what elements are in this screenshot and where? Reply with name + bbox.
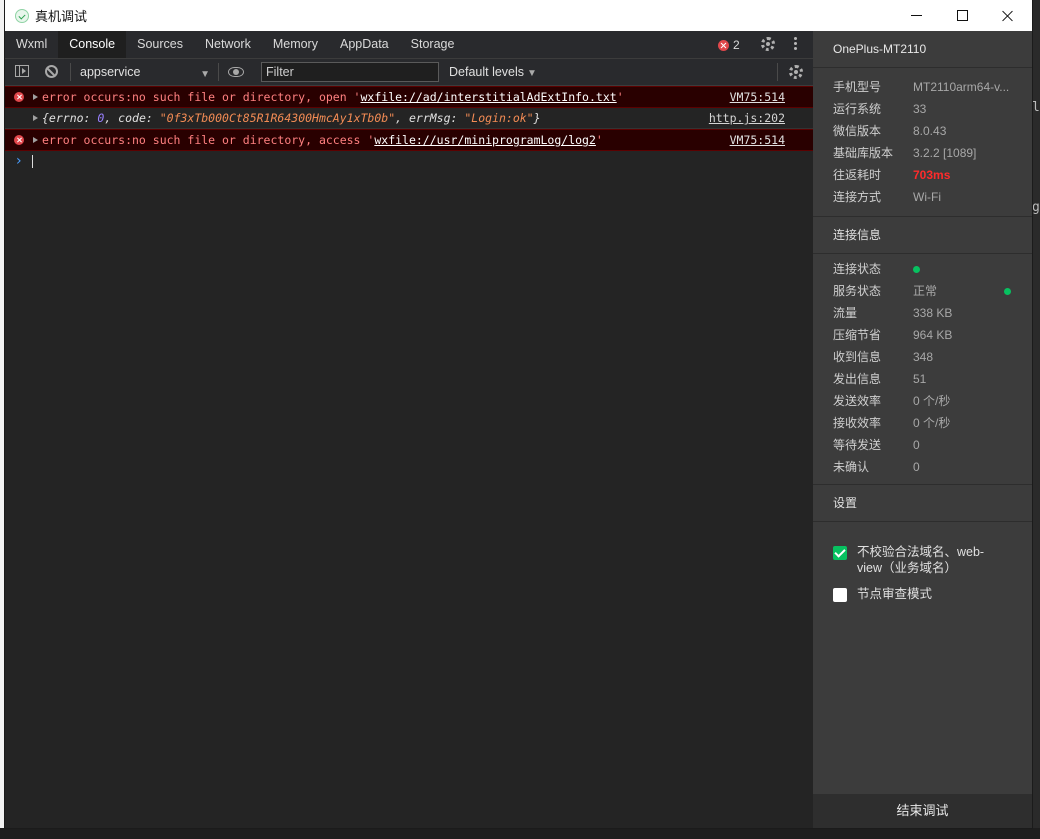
device-name: OnePlus-MT2110 <box>813 31 1032 68</box>
node-inspect-option[interactable]: 节点审查模式 <box>813 586 1032 602</box>
error-icon <box>14 135 24 145</box>
title-bar: 真机调试 <box>5 0 1032 31</box>
console-row-log[interactable]: {errno: 0, code: "0f3xTb000Ct85R1R64300H… <box>5 108 813 129</box>
tab-console[interactable]: Console <box>58 31 127 58</box>
console-message: error occurs:no such file or directory, … <box>42 133 603 147</box>
end-debug-button[interactable]: 结束调试 <box>813 794 1032 828</box>
info-row: 运行系统 33 <box>833 102 927 116</box>
error-count: 2 <box>733 38 740 52</box>
maximize-button[interactable] <box>939 0 985 31</box>
conn-row: 接收效率 0 个/秒 <box>833 416 951 430</box>
log-levels-label: Default levels <box>449 65 525 79</box>
devtools-tabbar: Wxml Console Sources Network Memory AppD… <box>5 31 813 59</box>
filter-input[interactable] <box>261 62 439 82</box>
tab-wxml[interactable]: Wxml <box>5 31 58 58</box>
error-icon <box>14 92 24 102</box>
toolbar-divider <box>777 63 778 81</box>
checkbox-unchecked[interactable] <box>833 588 847 602</box>
tab-memory[interactable]: Memory <box>262 31 329 58</box>
live-expression-eye-icon[interactable] <box>228 67 244 77</box>
source-link[interactable]: http.js:202 <box>709 108 785 128</box>
settings-gear-icon[interactable] <box>761 37 775 51</box>
console-output: error occurs:no such file or directory, … <box>5 86 813 171</box>
console-message: {errno: 0, code: "0f3xTb000Ct85R1R64300H… <box>42 111 541 125</box>
expand-triangle-icon[interactable] <box>33 94 38 100</box>
tab-sources[interactable]: Sources <box>126 31 194 58</box>
error-icon <box>718 39 729 51</box>
file-link[interactable]: wxfile://ad/interstitialAdExtInfo.txt <box>361 90 617 104</box>
console-prompt[interactable]: › <box>5 151 813 171</box>
info-row: 连接方式 Wi-Fi <box>833 190 941 204</box>
settings-title: 设置 <box>813 485 1032 522</box>
conn-row: 发送效率 0 个/秒 <box>833 394 951 408</box>
remote-debug-window: 真机调试 Wxml Console Sources Network Memory… <box>5 0 1032 828</box>
expand-triangle-icon[interactable] <box>33 137 38 143</box>
show-sidebar-icon[interactable] <box>15 65 29 77</box>
connection-info-section: 连接状态 服务状态 正常 流量 338 KB 压缩节省 964 KB 收到信息 348 … <box>813 254 1032 485</box>
file-link[interactable]: wxfile://usr/miniprogramLog/log2 <box>374 133 596 147</box>
background-editor-strip: l g <box>1032 0 1040 839</box>
tab-storage[interactable]: Storage <box>400 31 466 58</box>
console-row-error[interactable]: error occurs:no such file or directory, … <box>5 129 813 151</box>
status-dot-icon <box>1004 288 1011 295</box>
background-bottom <box>0 828 1040 839</box>
prompt-chevron-icon: › <box>16 153 22 169</box>
tab-appdata[interactable]: AppData <box>329 31 400 58</box>
close-button[interactable] <box>985 0 1031 31</box>
conn-row: 连接状态 <box>813 258 1032 280</box>
info-row: 往返耗时 703ms <box>813 164 1032 186</box>
error-count-badge[interactable]: 2 <box>718 38 740 52</box>
status-dot-icon <box>913 266 920 273</box>
conn-row: 发出信息 51 <box>833 372 927 386</box>
maximize-icon <box>956 10 968 21</box>
minimize-icon <box>910 15 922 16</box>
minimize-button[interactable] <box>893 0 939 31</box>
info-row: 微信版本 8.0.43 <box>833 124 947 138</box>
info-row: 手机型号 MT2110arm64-v... <box>833 80 1010 94</box>
toolbar-divider <box>218 63 219 81</box>
clear-console-icon[interactable] <box>45 65 58 78</box>
console-row-error[interactable]: error occurs:no such file or directory, … <box>5 86 813 108</box>
console-message: error occurs:no such file or directory, … <box>42 90 624 104</box>
source-link[interactable]: VM75:514 <box>730 130 785 150</box>
chevron-down-icon: ▼ <box>527 68 537 79</box>
log-levels-dropdown[interactable]: Default levels ▼ <box>449 63 537 83</box>
info-row: 基础库版本 3.2.2 [1089] <box>833 146 977 160</box>
latency-value: 703ms <box>913 168 951 182</box>
conn-row: 收到信息 348 <box>833 350 934 364</box>
context-value: appservice <box>80 65 141 79</box>
conn-row: 压缩节省 964 KB <box>833 328 953 342</box>
conn-row: 服务状态 正常 <box>813 280 1032 302</box>
expand-triangle-icon[interactable] <box>33 115 38 121</box>
context-selector[interactable]: appservice ▼ <box>80 63 210 81</box>
conn-row: 流量 338 KB <box>833 306 953 320</box>
skip-domain-check-option[interactable]: 不校验合法域名、web-view（业务域名） <box>813 544 997 576</box>
console-settings-gear-icon[interactable] <box>789 65 803 79</box>
console-toolbar: appservice ▼ Default levels▼ <box>5 59 813 86</box>
connection-info-title: 连接信息 <box>813 217 1032 254</box>
more-menu-icon[interactable] <box>794 37 797 52</box>
text-cursor <box>32 155 33 168</box>
conn-row: 等待发送 0 <box>833 438 920 452</box>
toolbar-divider <box>70 63 71 81</box>
device-info-panel: OnePlus-MT2110 手机型号 MT2110arm64-v... 运行系统… <box>813 31 1032 828</box>
devtools-pane: Wxml Console Sources Network Memory AppD… <box>5 31 813 828</box>
app-logo-icon <box>15 8 29 23</box>
checkbox-checked[interactable] <box>833 546 847 560</box>
window-title: 真机调试 <box>35 9 88 24</box>
tab-network[interactable]: Network <box>194 31 262 58</box>
chevron-down-icon: ▼ <box>200 69 210 80</box>
source-link[interactable]: VM75:514 <box>730 87 785 107</box>
conn-row: 未确认 0 <box>833 460 920 474</box>
option-label: 节点审查模式 <box>857 587 933 601</box>
close-icon <box>1002 10 1014 22</box>
device-info-section: 手机型号 MT2110arm64-v... 运行系统 33 微信版本 8.0.43 基… <box>813 68 1032 217</box>
option-label: 不校验合法域名、web-view（业务域名） <box>857 545 985 575</box>
